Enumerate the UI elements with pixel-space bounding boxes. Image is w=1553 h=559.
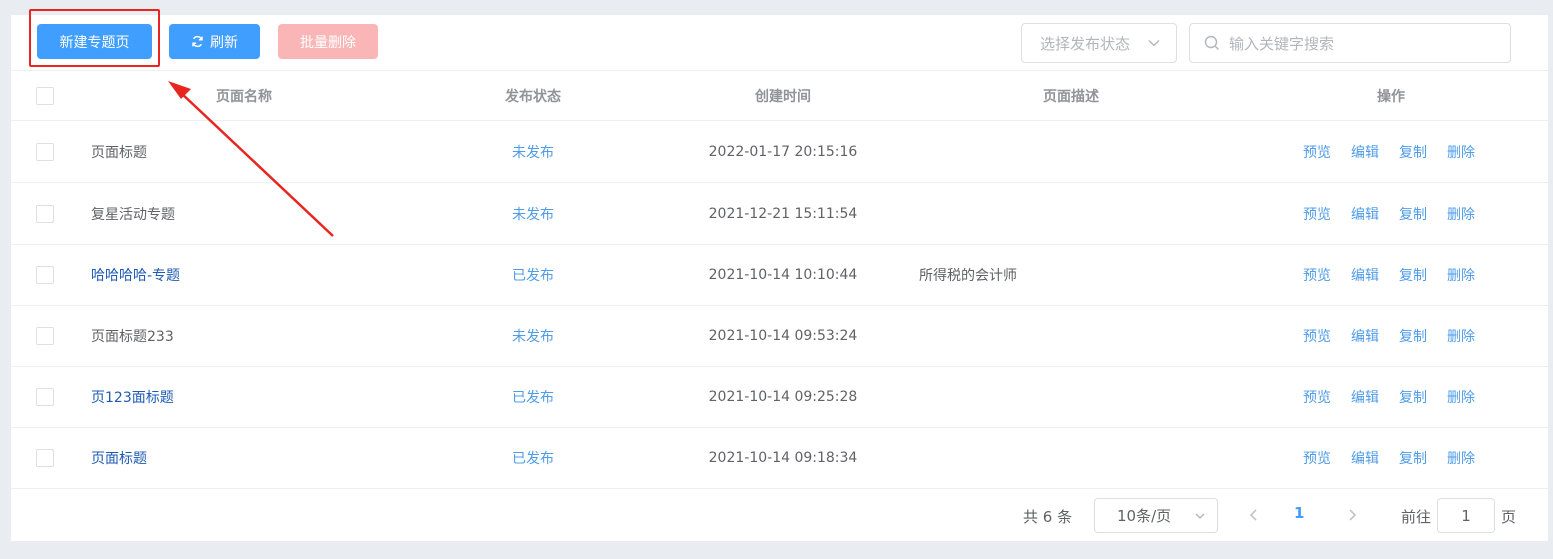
row-created-time: 2021-12-21 15:11:54 bbox=[708, 205, 858, 222]
edit-link[interactable]: 编辑 bbox=[1351, 448, 1379, 468]
edit-link[interactable]: 编辑 bbox=[1351, 142, 1379, 162]
row-operations: 预览 编辑 复制 删除 bbox=[1261, 121, 1521, 182]
preview-link[interactable]: 预览 bbox=[1303, 326, 1331, 346]
preview-link[interactable]: 预览 bbox=[1303, 265, 1331, 285]
chevron-left-icon[interactable] bbox=[1247, 508, 1261, 522]
header-publish-status: 发布状态 bbox=[505, 88, 561, 105]
delete-link[interactable]: 删除 bbox=[1447, 387, 1475, 407]
refresh-icon bbox=[192, 35, 203, 48]
row-publish-status: 已发布 bbox=[512, 450, 554, 467]
row-checkbox[interactable] bbox=[36, 265, 54, 284]
header-created-time: 创建时间 bbox=[755, 88, 811, 105]
page-size-select[interactable]: 10条/页 bbox=[1094, 498, 1218, 533]
table-row: 复星活动专题 未发布 2021-12-21 15:11:54 预览 编辑 复制 … bbox=[11, 183, 1548, 245]
current-page-number[interactable]: 1 bbox=[1294, 504, 1304, 522]
publish-status-placeholder: 选择发布状态 bbox=[1040, 34, 1131, 53]
row-page-name[interactable]: 页123面标题 bbox=[91, 366, 391, 427]
row-checkbox[interactable] bbox=[36, 326, 54, 345]
row-created-time: 2022-01-17 20:15:16 bbox=[708, 143, 858, 160]
delete-link[interactable]: 删除 bbox=[1447, 142, 1475, 162]
table-row: 页面标题 已发布 2021-10-14 09:18:34 预览 编辑 复制 删除 bbox=[11, 427, 1548, 489]
row-publish-status: 未发布 bbox=[512, 328, 554, 345]
new-topic-page-button[interactable]: 新建专题页 bbox=[37, 24, 152, 59]
row-description bbox=[919, 305, 1219, 366]
table-row: 页123面标题 已发布 2021-10-14 09:25:28 预览 编辑 复制… bbox=[11, 366, 1548, 428]
row-checkbox[interactable] bbox=[36, 204, 54, 223]
row-description bbox=[919, 366, 1219, 427]
preview-link[interactable]: 预览 bbox=[1303, 142, 1331, 162]
row-description bbox=[919, 427, 1219, 488]
preview-link[interactable]: 预览 bbox=[1303, 204, 1331, 224]
table-row: 页面标题 未发布 2022-01-17 20:15:16 预览 编辑 复制 删除 bbox=[11, 121, 1548, 183]
row-page-name[interactable]: 页面标题 bbox=[91, 427, 391, 488]
row-publish-status: 未发布 bbox=[512, 206, 554, 223]
delete-link[interactable]: 删除 bbox=[1447, 204, 1475, 224]
chevron-down-icon bbox=[1148, 40, 1160, 47]
row-description bbox=[919, 121, 1219, 182]
row-checkbox[interactable] bbox=[36, 448, 54, 467]
header-page-name: 页面名称 bbox=[216, 88, 272, 105]
row-operations: 预览 编辑 复制 删除 bbox=[1261, 244, 1521, 305]
row-created-time: 2021-10-14 09:25:28 bbox=[708, 388, 858, 405]
copy-link[interactable]: 复制 bbox=[1399, 387, 1427, 407]
table-row: 页面标题233 未发布 2021-10-14 09:53:24 预览 编辑 复制… bbox=[11, 305, 1548, 367]
row-page-name[interactable]: 哈哈哈哈-专题 bbox=[91, 244, 391, 305]
header-page-description: 页面描述 bbox=[1043, 88, 1099, 105]
edit-link[interactable]: 编辑 bbox=[1351, 265, 1379, 285]
delete-link[interactable]: 删除 bbox=[1447, 265, 1475, 285]
page-size-value: 10条/页 bbox=[1117, 507, 1172, 525]
preview-link[interactable]: 预览 bbox=[1303, 448, 1331, 468]
copy-link[interactable]: 复制 bbox=[1399, 142, 1427, 162]
goto-page-input[interactable]: 1 bbox=[1437, 498, 1495, 533]
delete-link[interactable]: 删除 bbox=[1447, 448, 1475, 468]
goto-label: 前往 bbox=[1401, 507, 1432, 526]
row-created-time: 2021-10-14 09:18:34 bbox=[708, 449, 858, 466]
row-operations: 预览 编辑 复制 删除 bbox=[1261, 427, 1521, 488]
chevron-right-icon[interactable] bbox=[1345, 508, 1359, 522]
pagination-total: 共 6 条 bbox=[1023, 507, 1073, 526]
row-page-name: 复星活动专题 bbox=[91, 206, 175, 223]
preview-link[interactable]: 预览 bbox=[1303, 387, 1331, 407]
content-panel: 新建专题页 刷新 批量删除 选择发布状态 输入关键字搜索 页面名称 发布状态 创… bbox=[11, 9, 1548, 541]
row-publish-status: 已发布 bbox=[512, 267, 554, 284]
chevron-down-icon bbox=[1195, 513, 1205, 519]
publish-status-select[interactable]: 选择发布状态 bbox=[1021, 23, 1177, 63]
row-publish-status: 已发布 bbox=[512, 389, 554, 406]
copy-link[interactable]: 复制 bbox=[1399, 448, 1427, 468]
edit-link[interactable]: 编辑 bbox=[1351, 204, 1379, 224]
row-checkbox[interactable] bbox=[36, 142, 54, 161]
table-row: 哈哈哈哈-专题 已发布 2021-10-14 10:10:44 所得税的会计师 … bbox=[11, 244, 1548, 306]
batch-delete-button[interactable]: 批量删除 bbox=[278, 24, 378, 59]
row-operations: 预览 编辑 复制 删除 bbox=[1261, 366, 1521, 427]
delete-link[interactable]: 删除 bbox=[1447, 326, 1475, 346]
row-created-time: 2021-10-14 09:53:24 bbox=[708, 327, 858, 344]
refresh-label: 刷新 bbox=[210, 33, 238, 50]
page-suffix-label: 页 bbox=[1501, 507, 1517, 526]
row-operations: 预览 编辑 复制 删除 bbox=[1261, 183, 1521, 244]
header-operations: 操作 bbox=[1377, 88, 1405, 105]
row-description: 所得税的会计师 bbox=[919, 267, 1017, 284]
row-description bbox=[919, 183, 1219, 244]
copy-link[interactable]: 复制 bbox=[1399, 326, 1427, 346]
copy-link[interactable]: 复制 bbox=[1399, 265, 1427, 285]
search-icon bbox=[1204, 35, 1219, 50]
row-checkbox[interactable] bbox=[36, 387, 54, 406]
row-operations: 预览 编辑 复制 删除 bbox=[1261, 305, 1521, 366]
search-placeholder: 输入关键字搜索 bbox=[1229, 34, 1335, 53]
row-page-name: 页面标题 bbox=[91, 144, 147, 161]
row-created-time: 2021-10-14 10:10:44 bbox=[708, 266, 858, 283]
search-input[interactable]: 输入关键字搜索 bbox=[1189, 23, 1511, 63]
row-page-name: 页面标题233 bbox=[91, 328, 174, 345]
copy-link[interactable]: 复制 bbox=[1399, 204, 1427, 224]
table-header: 页面名称 发布状态 创建时间 页面描述 操作 bbox=[11, 71, 1548, 121]
row-publish-status: 未发布 bbox=[512, 144, 554, 161]
edit-link[interactable]: 编辑 bbox=[1351, 387, 1379, 407]
edit-link[interactable]: 编辑 bbox=[1351, 326, 1379, 346]
refresh-button[interactable]: 刷新 bbox=[169, 24, 260, 59]
